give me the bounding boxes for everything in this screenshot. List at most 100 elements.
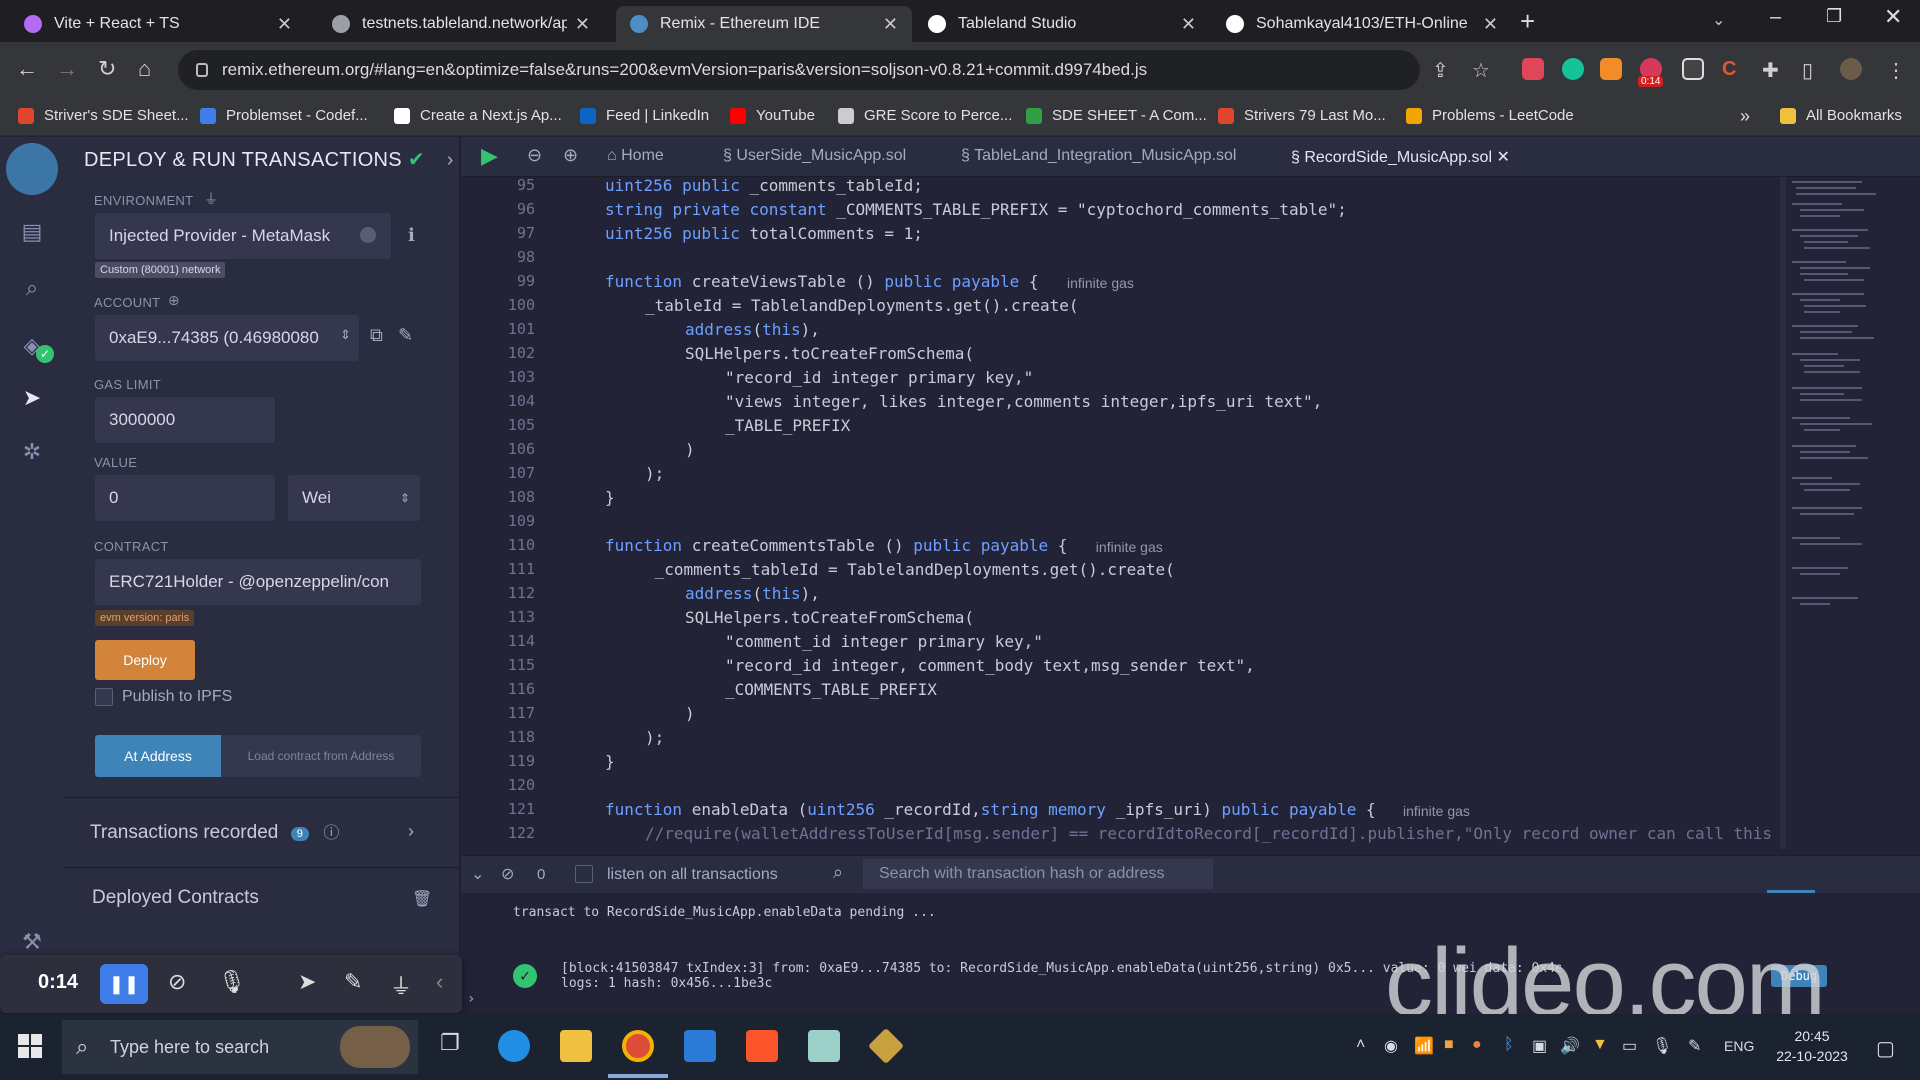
remix-logo-icon[interactable] xyxy=(6,143,58,195)
reload-icon[interactable]: ↻ xyxy=(98,56,116,82)
extension-metamask-icon[interactable] xyxy=(1600,58,1622,80)
code-line[interactable]: 105 _TABLE_PREFIX xyxy=(461,416,1781,440)
editor-minimap[interactable] xyxy=(1790,177,1900,697)
close-tab-icon[interactable]: ✕ xyxy=(1181,14,1196,35)
chrome-icon[interactable] xyxy=(622,1030,654,1062)
tray-volume-icon[interactable]: 🔊 xyxy=(1560,1036,1580,1056)
code-line[interactable]: 110 function createCommentsTable () publi… xyxy=(461,536,1781,560)
clear-console-icon[interactable]: ⊘ xyxy=(501,864,514,884)
bookmark-item[interactable]: GRE Score to Perce... xyxy=(838,107,1012,124)
cursor-icon[interactable]: ➤ xyxy=(298,969,316,995)
editor-tab[interactable]: § TableLand_Integration_MusicApp.sol xyxy=(961,147,1236,165)
close-tab-icon[interactable]: ✕ xyxy=(575,14,590,35)
avatar[interactable] xyxy=(1840,58,1862,80)
notifications-icon[interactable]: ▢ xyxy=(1876,1036,1895,1061)
publish-ipfs-checkbox[interactable] xyxy=(95,688,113,706)
code-line[interactable]: 108} xyxy=(461,488,1781,512)
bookmark-item[interactable]: Feed | LinkedIn xyxy=(580,107,709,124)
listen-checkbox[interactable] xyxy=(575,865,593,883)
code-line[interactable]: 101 address(this), xyxy=(461,320,1781,344)
windows-start-icon[interactable] xyxy=(18,1034,42,1058)
browser-tab[interactable]: Tableland Studio ✕ xyxy=(914,6,1210,42)
code-line[interactable]: 106) xyxy=(461,440,1781,464)
bookmark-item[interactable]: Problems - LeetCode xyxy=(1406,107,1574,124)
editor-tab[interactable]: ⌂ Home xyxy=(607,147,664,165)
debugger-icon[interactable]: ✲ xyxy=(18,439,46,467)
code-line[interactable]: 97 uint256 public totalComments = 1; xyxy=(461,224,1781,248)
value-unit-select[interactable]: Wei ⇕ xyxy=(288,475,420,521)
url-bar[interactable]: remix.ethereum.org/#lang=en&optimize=fal… xyxy=(178,50,1420,90)
code-line[interactable]: 117) xyxy=(461,704,1781,728)
bookmark-item[interactable]: Striver's SDE Sheet... xyxy=(18,107,189,124)
code-line[interactable]: 99 function createViewsTable () public pa… xyxy=(461,272,1781,296)
zoom-out-icon[interactable]: ⊖ xyxy=(527,145,542,166)
browser-tab[interactable]: Remix - Ethereum IDE ✕ xyxy=(616,6,912,42)
copy-icon[interactable]: ⧉ xyxy=(370,325,383,346)
code-line[interactable]: 96 string private constant _COMMENTS_TABL… xyxy=(461,200,1781,224)
code-line[interactable]: 118); xyxy=(461,728,1781,752)
pen-icon[interactable]: ✎ xyxy=(344,969,362,995)
gas-limit-input[interactable]: 3000000 xyxy=(95,397,275,443)
code-line[interactable]: 121 function enableData (uint256 _recordI… xyxy=(461,800,1781,824)
trash-icon[interactable]: 🗑 xyxy=(412,889,432,909)
terminal-search-input[interactable]: Search with transaction hash or address xyxy=(863,859,1213,889)
terminal-prompt-icon[interactable]: › xyxy=(467,991,475,1007)
editor-tab[interactable]: § RecordSide_MusicApp.sol ✕ xyxy=(1291,147,1510,167)
browser-menu-icon[interactable]: ⋮ xyxy=(1886,58,1906,83)
file-explorer-icon[interactable]: ▤ xyxy=(18,219,46,247)
code-line[interactable]: 100 _tableId = TablelandDeployments.get()… xyxy=(461,296,1781,320)
add-account-icon[interactable]: ⊕ xyxy=(168,292,180,309)
microphone-icon[interactable]: 🎙 xyxy=(218,969,246,995)
code-line[interactable]: 107); xyxy=(461,464,1781,488)
transactions-recorded-row[interactable]: Transactions recorded 9 ⓘ › xyxy=(90,819,440,849)
tray-battery-icon[interactable]: ▭ xyxy=(1622,1036,1637,1056)
deploy-run-icon[interactable]: ➤ xyxy=(18,385,46,413)
environment-dropdown-icon[interactable] xyxy=(360,227,376,243)
extension-grammarly-icon[interactable] xyxy=(1562,58,1584,80)
code-line[interactable]: 103 "record_id integer primary key," xyxy=(461,368,1781,392)
code-line[interactable]: 102 SQLHelpers.toCreateFromSchema( xyxy=(461,344,1781,368)
maximize-window-icon[interactable]: ❐ xyxy=(1826,6,1842,27)
extensions-puzzle-icon[interactable]: ✚ xyxy=(1762,58,1779,83)
code-line[interactable]: 114 "comment_id integer primary key," xyxy=(461,632,1781,656)
bookmark-item[interactable]: Strivers 79 Last Mo... xyxy=(1218,107,1386,124)
vscode-icon[interactable] xyxy=(684,1030,716,1062)
notes-app-icon[interactable] xyxy=(808,1030,840,1062)
share-icon[interactable]: ⇪ xyxy=(1432,58,1449,83)
close-editor-tab-icon[interactable]: ✕ xyxy=(1492,149,1509,166)
tray-app-icon[interactable]: ■ xyxy=(1444,1036,1454,1054)
collapse-toolbar-icon[interactable]: ‹ xyxy=(436,969,443,995)
tray-bluetooth-icon[interactable]: ᛒ xyxy=(1504,1036,1514,1054)
minimize-window-icon[interactable]: – xyxy=(1770,6,1781,29)
close-tab-icon[interactable]: ✕ xyxy=(883,14,898,35)
all-bookmarks-button[interactable]: All Bookmarks xyxy=(1780,107,1902,124)
editor-scrollbar[interactable] xyxy=(1780,177,1786,849)
tray-wifi-icon[interactable]: ▼ xyxy=(1592,1036,1608,1054)
at-address-button[interactable]: At Address xyxy=(95,735,221,777)
code-line[interactable]: 113 SQLHelpers.toCreateFromSchema( xyxy=(461,608,1781,632)
deploy-button[interactable]: Deploy xyxy=(95,640,195,680)
code-line[interactable]: 119} xyxy=(461,752,1781,776)
close-tab-icon[interactable]: ✕ xyxy=(277,14,292,35)
extension-pocket-icon[interactable] xyxy=(1522,58,1544,80)
close-tab-icon[interactable]: ✕ xyxy=(1483,14,1498,35)
plugin-manager-icon[interactable]: ⚒ xyxy=(18,929,46,957)
task-view-icon[interactable]: ❐ xyxy=(434,1030,466,1062)
camera-off-icon[interactable]: ⊘ xyxy=(168,969,186,995)
info-circle-icon[interactable]: ⓘ xyxy=(323,825,339,842)
tab-search-chevron-icon[interactable]: ⌄ xyxy=(1712,10,1725,30)
code-line[interactable]: 111 _comments_tableId = TablelandDeploym… xyxy=(461,560,1781,584)
tray-display-icon[interactable]: ▣ xyxy=(1532,1036,1547,1056)
account-select[interactable]: 0xaE9...74385 (0.46980080 xyxy=(95,315,359,361)
edge-icon[interactable] xyxy=(498,1030,530,1062)
code-line[interactable]: 116 _COMMENTS_TABLE_PREFIX xyxy=(461,680,1781,704)
browser-tab[interactable]: testnets.tableland.network/api/v ✕ xyxy=(318,6,604,42)
highlighter-icon[interactable]: ⏚ xyxy=(390,969,412,1001)
brave-icon[interactable] xyxy=(746,1030,778,1062)
bookmark-item[interactable]: SDE SHEET - A Com... xyxy=(1026,107,1207,124)
taskbar-search-box[interactable]: ⌕ Type here to search xyxy=(62,1020,418,1074)
collapse-terminal-icon[interactable]: ⌄ xyxy=(471,864,484,884)
sign-message-icon[interactable]: ✎ xyxy=(398,325,413,346)
code-line[interactable]: 109 xyxy=(461,512,1781,536)
bookmark-item[interactable]: YouTube xyxy=(730,107,815,124)
